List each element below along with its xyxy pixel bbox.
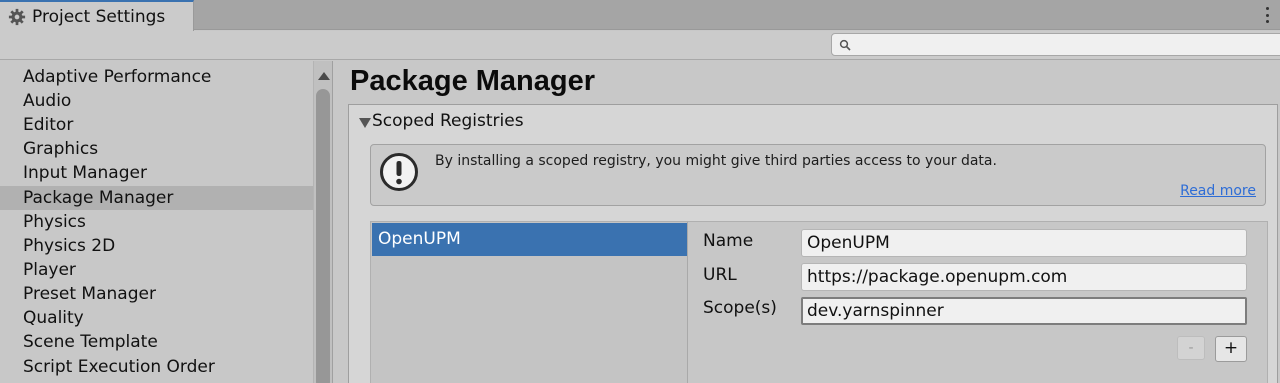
registry-editor: OpenUPM Name OpenUPM URL https://package… <box>370 221 1268 383</box>
sidebar-scrollbar[interactable] <box>313 61 332 383</box>
scopes-label: Scope(s) <box>703 298 777 318</box>
tab-project-settings[interactable]: Project Settings <box>0 0 194 31</box>
tab-title: Project Settings <box>32 6 166 27</box>
registry-list[interactable]: OpenUPM <box>371 222 688 383</box>
sidebar-item-player[interactable]: Player <box>0 258 313 282</box>
scoped-registries-foldout[interactable]: Scoped Registries <box>359 111 524 131</box>
settings-sidebar: Adaptive Performance Audio Editor Graphi… <box>0 61 313 383</box>
sidebar-item-editor[interactable]: Editor <box>0 113 313 137</box>
scroll-up-icon[interactable] <box>318 72 330 80</box>
sidebar-item-physics[interactable]: Physics <box>0 210 313 234</box>
main-content: Package Manager Scoped Registries By ins… <box>333 61 1280 383</box>
sidebar-item-preset-manager[interactable]: Preset Manager <box>0 282 313 306</box>
name-label: Name <box>703 231 754 251</box>
sidebar-item-package-manager[interactable]: Package Manager <box>0 186 313 210</box>
page-title: Package Manager <box>350 65 596 97</box>
sidebar-item-input-manager[interactable]: Input Manager <box>0 161 313 185</box>
foldout-expanded-icon[interactable] <box>359 118 371 128</box>
sidebar-item-scene-template[interactable]: Scene Template <box>0 330 313 354</box>
scrollbar-thumb[interactable] <box>316 89 330 383</box>
sidebar-item-script-execution-order[interactable]: Script Execution Order <box>0 355 313 379</box>
window-tab-strip: Project Settings <box>0 0 1280 31</box>
warning-text: By installing a scoped registry, you mig… <box>435 153 997 169</box>
toolbar <box>0 31 1280 60</box>
name-field[interactable]: OpenUPM <box>801 229 1247 257</box>
add-scope-button[interactable]: + <box>1215 336 1247 362</box>
sidebar-item-physics-2d[interactable]: Physics 2D <box>0 234 313 258</box>
read-more-link[interactable]: Read more <box>1180 183 1256 199</box>
remove-scope-button[interactable]: - <box>1177 336 1205 360</box>
gear-icon <box>8 8 26 25</box>
warning-helpbox: By installing a scoped registry, you mig… <box>370 144 1266 206</box>
search-icon <box>839 39 851 51</box>
url-label: URL <box>703 265 737 285</box>
kebab-menu-icon[interactable] <box>1264 5 1270 25</box>
sidebar-item-graphics[interactable]: Graphics <box>0 137 313 161</box>
foldout-label: Scoped Registries <box>372 111 524 131</box>
scoped-registries-panel: Scoped Registries By installing a scoped… <box>348 104 1278 383</box>
search-input[interactable] <box>831 33 1280 56</box>
scopes-field[interactable]: dev.yarnspinner <box>801 297 1247 325</box>
url-field[interactable]: https://package.openupm.com <box>801 263 1247 291</box>
registry-list-item[interactable]: OpenUPM <box>372 223 687 256</box>
warning-icon <box>380 153 418 191</box>
sidebar-item-audio[interactable]: Audio <box>0 89 313 113</box>
sidebar-item-adaptive-performance[interactable]: Adaptive Performance <box>0 65 313 89</box>
sidebar-item-quality[interactable]: Quality <box>0 306 313 330</box>
